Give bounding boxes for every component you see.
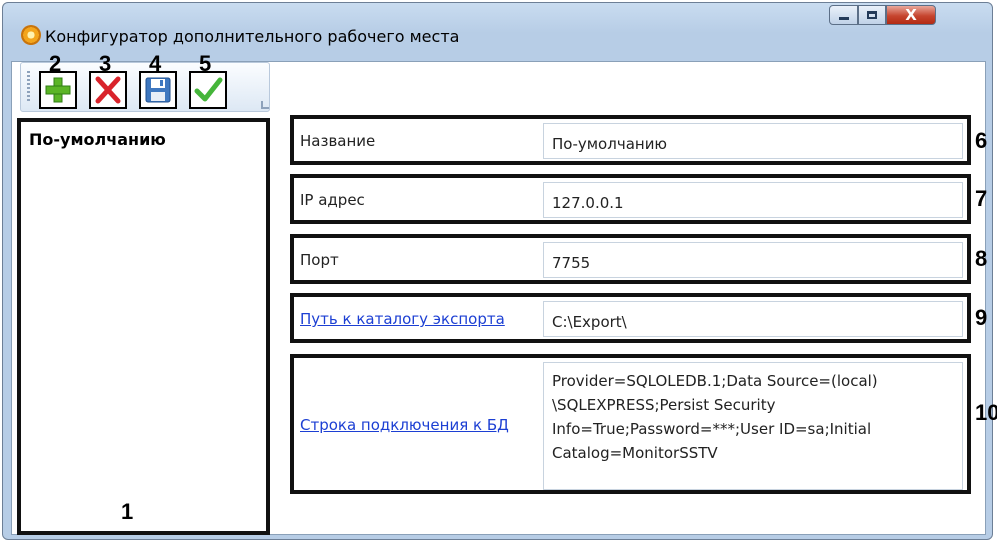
name-label: Название <box>300 132 376 150</box>
checkmark-icon <box>194 77 223 102</box>
ip-label: IP адрес <box>300 191 365 209</box>
save-icon <box>145 77 171 103</box>
annotation-number: 8 <box>975 246 988 271</box>
toolbar: 2 3 4 5 <box>20 51 270 112</box>
window-title: Конфигуратор дополнительного рабочего ме… <box>45 27 460 46</box>
configuration-list[interactable]: По-умолчанию 1 <box>17 118 270 535</box>
app-icon <box>21 25 41 45</box>
close-button[interactable]: X <box>886 5 936 25</box>
annotation-number: 10 <box>975 400 997 425</box>
minimize-icon <box>838 17 849 20</box>
add-icon <box>45 77 71 103</box>
db-connection-value: Provider=SQLOLEDB.1;Data Source=(local) … <box>552 372 878 462</box>
add-button[interactable]: 2 <box>39 51 77 109</box>
export-path-row: Путь к каталогу экспорта C:\Export\ <box>290 293 971 343</box>
annotation-number: 5 <box>199 51 212 76</box>
annotation-number: 1 <box>121 499 134 524</box>
annotation-number: 4 <box>149 51 162 76</box>
port-row: Порт 7755 <box>290 234 971 284</box>
delete-icon <box>95 76 121 104</box>
port-label: Порт <box>300 251 339 269</box>
annotation-number: 9 <box>975 305 988 330</box>
db-connection-link[interactable]: Строка подключения к БД <box>300 416 509 434</box>
export-path-field[interactable]: C:\Export\ <box>543 301 963 337</box>
name-field[interactable]: По-умолчанию <box>543 123 963 159</box>
export-path-value: C:\Export\ <box>552 313 627 331</box>
port-field[interactable]: 7755 <box>543 242 963 278</box>
maximize-button[interactable] <box>858 5 886 25</box>
toolbar-overflow-icon[interactable] <box>261 101 269 109</box>
db-connection-row: Строка подключения к БД Provider=SQLOLED… <box>290 354 971 494</box>
ip-field[interactable]: 127.0.0.1 <box>543 182 963 218</box>
delete-button[interactable]: 3 <box>89 51 127 109</box>
minimize-button[interactable] <box>829 5 858 25</box>
ip-row: IP адрес 127.0.0.1 <box>290 174 971 224</box>
name-row: Название По-умолчанию <box>290 115 971 165</box>
toolbar-grip[interactable] <box>27 71 30 103</box>
db-connection-field[interactable]: Provider=SQLOLEDB.1;Data Source=(local) … <box>543 362 963 490</box>
annotation-number: 2 <box>49 51 62 76</box>
annotation-number: 3 <box>99 51 112 76</box>
name-value: По-умолчанию <box>552 135 668 153</box>
export-path-link[interactable]: Путь к каталогу экспорта <box>300 310 505 328</box>
list-item[interactable]: По-умолчанию <box>29 130 166 149</box>
close-icon: X <box>905 6 917 24</box>
apply-button[interactable]: 5 <box>189 51 227 109</box>
annotation-number: 6 <box>975 128 988 153</box>
save-button[interactable]: 4 <box>139 51 177 109</box>
title-bar[interactable]: Конфигуратор дополнительного рабочего ме… <box>3 3 992 46</box>
annotation-number: 7 <box>975 186 988 211</box>
port-value: 7755 <box>552 254 591 272</box>
maximize-icon <box>867 11 877 19</box>
ip-value: 127.0.0.1 <box>552 194 624 212</box>
